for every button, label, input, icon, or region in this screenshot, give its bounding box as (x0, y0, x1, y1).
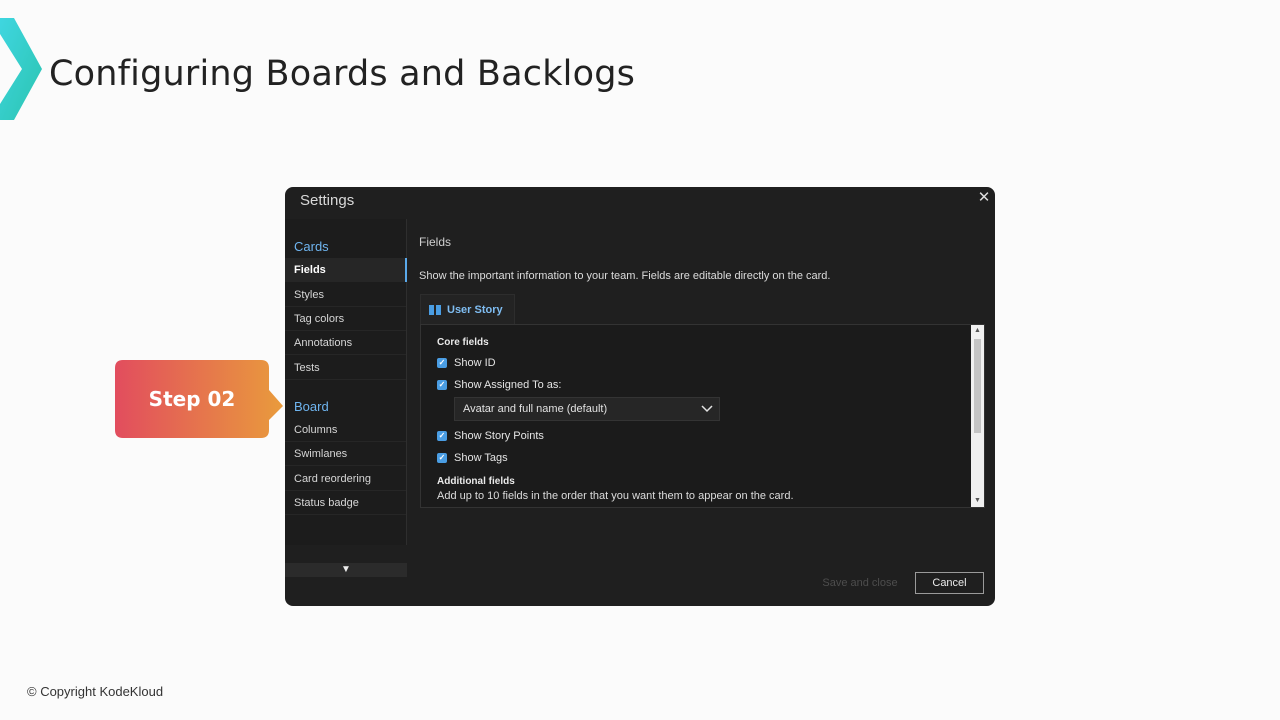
scroll-down-icon[interactable]: ▼ (971, 495, 984, 507)
sidebar-item-card-reordering[interactable]: Card reordering (285, 467, 406, 491)
sidebar-item-status-badge[interactable]: Status badge (285, 491, 406, 515)
sidebar-heading-board: Board (294, 399, 329, 414)
triangle-down-icon[interactable]: ▼ (285, 563, 407, 577)
dialog-title: Settings (300, 192, 355, 209)
sidebar-item-fields[interactable]: Fields (285, 258, 407, 282)
tab-user-story[interactable]: User Story (420, 294, 515, 324)
content-title: Fields (419, 235, 452, 249)
sidebar-item-swimlanes[interactable]: Swimlanes (285, 442, 406, 466)
book-icon (429, 304, 441, 315)
checkbox-label: Show Story Points (454, 430, 544, 442)
content-description: Show the important information to your t… (419, 270, 831, 282)
sidebar-item-annotations[interactable]: Annotations (285, 331, 406, 355)
checkbox-label: Show Tags (454, 452, 508, 464)
checkbox-checked-icon[interactable]: ✓ (437, 431, 447, 441)
fields-panel: Core fields ✓ Show ID ✓ Show Assigned To… (420, 324, 985, 508)
checkbox-row-show-assigned[interactable]: ✓ Show Assigned To as: (437, 379, 561, 391)
kodekloud-logo-chevron (0, 18, 42, 120)
checkbox-label: Show Assigned To as: (454, 379, 562, 391)
sidebar-item-tag-colors[interactable]: Tag colors (285, 307, 406, 331)
dropdown-value: Avatar and full name (default) (463, 403, 608, 415)
chevron-down-icon (701, 405, 713, 413)
slide-title: Configuring Boards and Backlogs (49, 54, 636, 94)
scroll-up-icon[interactable]: ▲ (971, 325, 984, 337)
checkbox-row-show-story-points[interactable]: ✓ Show Story Points (437, 430, 544, 442)
sidebar-item-columns[interactable]: Columns (285, 418, 406, 442)
additional-fields-description: Add up to 10 fields in the order that yo… (437, 490, 794, 502)
checkbox-row-show-tags[interactable]: ✓ Show Tags (437, 452, 508, 464)
checkbox-label: Show ID (454, 357, 496, 369)
panel-scrollbar[interactable]: ▲ ▼ (971, 325, 984, 507)
close-icon[interactable]: ✕ (977, 190, 991, 205)
copyright-text: © Copyright KodeKloud (27, 684, 164, 699)
checkbox-checked-icon[interactable]: ✓ (437, 358, 447, 368)
sidebar-item-styles[interactable]: Styles (285, 283, 406, 307)
additional-fields-heading: Additional fields (437, 476, 515, 487)
tab-label: User Story (447, 303, 503, 316)
step-label: Step 02 (148, 387, 236, 411)
save-and-close-button[interactable]: Save and close (815, 572, 905, 594)
cancel-button[interactable]: Cancel (915, 572, 984, 594)
settings-sidebar: Cards Fields Styles Tag colors Annotatio… (285, 219, 407, 577)
checkbox-checked-icon[interactable]: ✓ (437, 453, 447, 463)
assigned-to-dropdown[interactable]: Avatar and full name (default) (454, 397, 720, 421)
sidebar-heading-cards: Cards (294, 239, 329, 254)
settings-dialog: Settings ✕ Cards Fields Styles Tag color… (285, 187, 995, 606)
checkbox-checked-icon[interactable]: ✓ (437, 380, 447, 390)
core-fields-heading: Core fields (437, 337, 489, 348)
checkbox-row-show-id[interactable]: ✓ Show ID (437, 357, 496, 369)
sidebar-item-tests[interactable]: Tests (285, 356, 406, 380)
step-callout: Step 02 (115, 360, 290, 438)
scrollbar-thumb[interactable] (974, 339, 981, 433)
